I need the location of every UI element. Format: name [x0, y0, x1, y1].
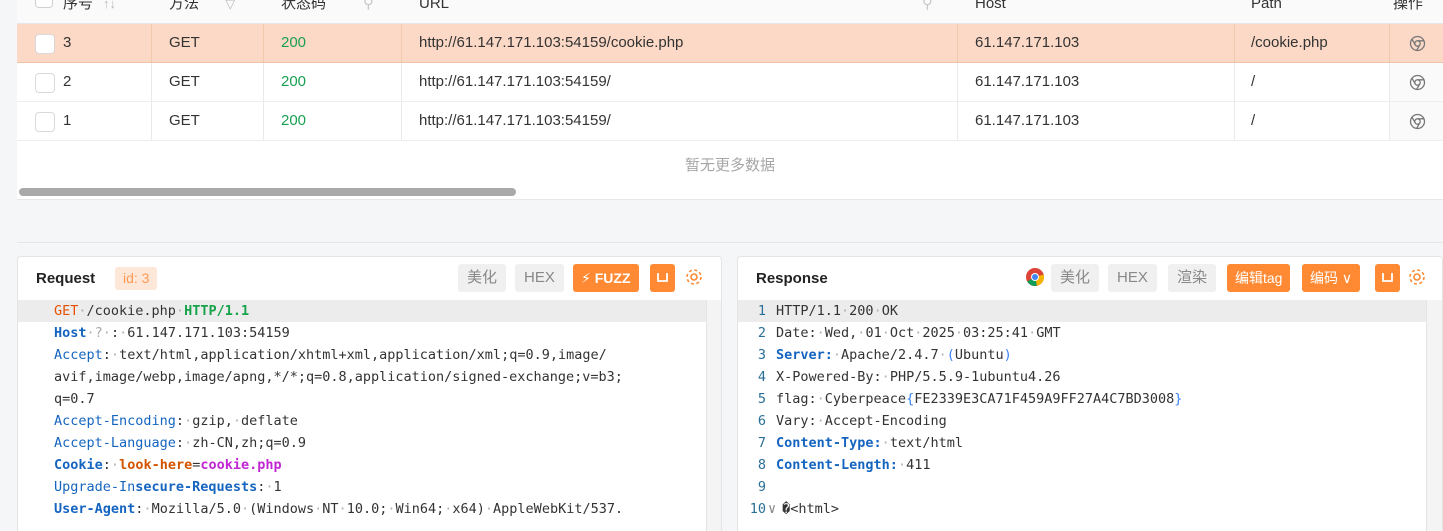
vertical-scrollbar[interactable] [1426, 300, 1442, 531]
code-line: 10 ∨ �<html> [749, 501, 840, 517]
search-icon[interactable]: ⚲ [363, 0, 374, 14]
wrap-icon [657, 273, 668, 282]
row-status: 200 [281, 112, 307, 129]
col-header-status[interactable]: 状态码 ⚲ [281, 0, 374, 24]
row-checkbox[interactable] [35, 34, 55, 54]
request-editor[interactable]: GET·/cookie.php·HTTP/1.1 Host·?·:·61.147… [18, 300, 721, 531]
row-path: / [1251, 73, 1256, 90]
code-line: Cookie:·look-here=cookie.php [54, 457, 282, 473]
code-line: 5 flag:·Cyberpeace{FE2339E3CA71F459A9FF27… [757, 391, 1183, 407]
chrome-icon[interactable] [1409, 74, 1426, 91]
code-line: Host·?·:·61.147.171.103:54159 [54, 325, 290, 341]
col-header-method[interactable]: 方法 ▽ [169, 0, 235, 24]
chrome-icon[interactable] [1409, 35, 1426, 52]
search-icon[interactable]: ⚲ [922, 0, 933, 14]
code-line: Accept:·text/html,application/xhtml+xml,… [54, 347, 607, 363]
row-actions [1389, 24, 1443, 62]
request-id-badge: id: 3 [115, 267, 158, 290]
row-checkbox[interactable] [35, 73, 55, 93]
fuzz-button[interactable]: ⚡ FUZZ [573, 264, 639, 292]
table-row[interactable]: 2 GET 200 http://61.147.171.103:54159/ 6… [17, 63, 1443, 102]
horizontal-scrollbar[interactable] [17, 186, 1443, 196]
edit-tag-button[interactable]: 编辑tag [1227, 264, 1291, 292]
code-line: Accept-Encoding:·gzip,·deflate [54, 413, 298, 429]
row-seq: 2 [63, 73, 72, 90]
code-line: Upgrade-Insecure-Requests:·1 [54, 479, 282, 495]
row-actions [1389, 102, 1443, 140]
code-line: avif,image/webp,image/apng,*/*;q=0.8,app… [54, 369, 623, 385]
code-line: 3 Server:·Apache/2.4.7·(Ubuntu) [757, 347, 1012, 363]
fold-chevron-icon[interactable]: ∨ [768, 501, 776, 517]
code-line: 4 X-Powered-By:·PHP/5.5.9-1ubuntu4.26 [757, 369, 1061, 385]
row-seq: 3 [63, 34, 72, 51]
scrollbar-thumb[interactable] [19, 188, 516, 196]
table-row[interactable]: 3 GET 200 http://61.147.171.103:54159/co… [17, 24, 1443, 63]
history-table: 序号 ↑↓ 方法 ▽ 状态码 ⚲ URL ⚲ Host Path 操作 3 GET… [17, 0, 1443, 200]
row-actions [1389, 63, 1443, 101]
response-editor[interactable]: 1 HTTP/1.1·200·OK 2 Date:·Wed,·01·Oct·2025… [738, 300, 1442, 531]
divider [17, 242, 1443, 243]
gear-icon[interactable] [684, 267, 704, 287]
request-panel: Request id: 3 美化 HEX ⚡ FUZZ GET·/cookie.… [17, 256, 722, 531]
vertical-scrollbar[interactable] [706, 300, 721, 531]
select-all-checkbox[interactable] [35, 0, 53, 8]
code-line: GET·/cookie.php·HTTP/1.1 [54, 303, 250, 319]
col-header-seq[interactable]: 序号 ↑↓ [63, 0, 116, 24]
lightning-icon: ⚡ [581, 270, 591, 286]
code-line: 8 Content-Length:·411 [757, 457, 931, 473]
panel-title: Request [36, 270, 96, 287]
beautify-button[interactable]: 美化 [458, 264, 507, 292]
hex-button[interactable]: HEX [515, 264, 564, 292]
code-line: 9 [757, 479, 766, 495]
row-method: GET [169, 73, 200, 90]
hex-button[interactable]: HEX [1108, 264, 1157, 292]
panel-title: Response [756, 270, 828, 287]
wrap-icon [1382, 273, 1393, 282]
col-header-path[interactable]: Path [1251, 0, 1282, 24]
gear-icon[interactable] [1407, 267, 1427, 287]
row-status: 200 [281, 34, 307, 51]
filter-icon[interactable]: ▽ [225, 0, 235, 11]
row-seq: 1 [63, 112, 72, 129]
col-header-url[interactable]: URL ⚲ [419, 0, 933, 24]
table-row[interactable]: 1 GET 200 http://61.147.171.103:54159/ 6… [17, 102, 1443, 141]
row-host: 61.147.171.103 [975, 73, 1080, 90]
code-line: 2 Date:·Wed,·01·Oct·2025·03:25:41·GMT [757, 325, 1061, 341]
row-path: /cookie.php [1251, 34, 1328, 51]
wrap-toggle-button[interactable] [650, 264, 675, 292]
col-header-ops: 操作 [1393, 0, 1424, 12]
row-method: GET [169, 112, 200, 129]
sort-icon[interactable]: ↑↓ [103, 0, 116, 11]
row-path: / [1251, 112, 1256, 129]
row-host: 61.147.171.103 [975, 112, 1080, 129]
table-header: 序号 ↑↓ 方法 ▽ 状态码 ⚲ URL ⚲ Host Path 操作 [17, 0, 1443, 24]
chrome-browser-icon[interactable] [1025, 267, 1045, 287]
code-line: User-Agent:·Mozilla/5.0·(Windows·NT·10.0… [54, 501, 624, 517]
beautify-button[interactable]: 美化 [1051, 264, 1100, 292]
row-checkbox[interactable] [35, 112, 55, 132]
code-line: 7 Content-Type:·text/html [757, 435, 963, 451]
row-host: 61.147.171.103 [975, 34, 1080, 51]
row-url: http://61.147.171.103:54159/ [419, 73, 611, 90]
code-line: q=0.7 [54, 391, 95, 407]
code-line: 1 HTTP/1.1·200·OK [757, 303, 898, 319]
render-button[interactable]: 渲染 [1168, 264, 1217, 292]
row-status: 200 [281, 73, 307, 90]
row-method: GET [169, 34, 200, 51]
row-url: http://61.147.171.103:54159/ [419, 112, 611, 129]
row-url: http://61.147.171.103:54159/cookie.php [419, 34, 684, 51]
encoding-dropdown[interactable]: 编码 ∨ [1302, 264, 1361, 292]
chevron-down-icon: ∨ [1341, 270, 1353, 286]
col-header-host[interactable]: Host [975, 0, 1006, 24]
response-panel: Response 美化 HEX 渲染 编辑tag 编码 ∨ 1 HTTP/1.1·… [737, 256, 1443, 531]
chrome-icon[interactable] [1409, 113, 1426, 130]
code-line: Accept-Language:·zh-CN,zh;q=0.9 [54, 435, 306, 451]
wrap-toggle-button[interactable] [1375, 264, 1400, 292]
code-line: 6 Vary:·Accept-Encoding [757, 413, 947, 429]
empty-text: 暂无更多数据 [684, 157, 775, 174]
